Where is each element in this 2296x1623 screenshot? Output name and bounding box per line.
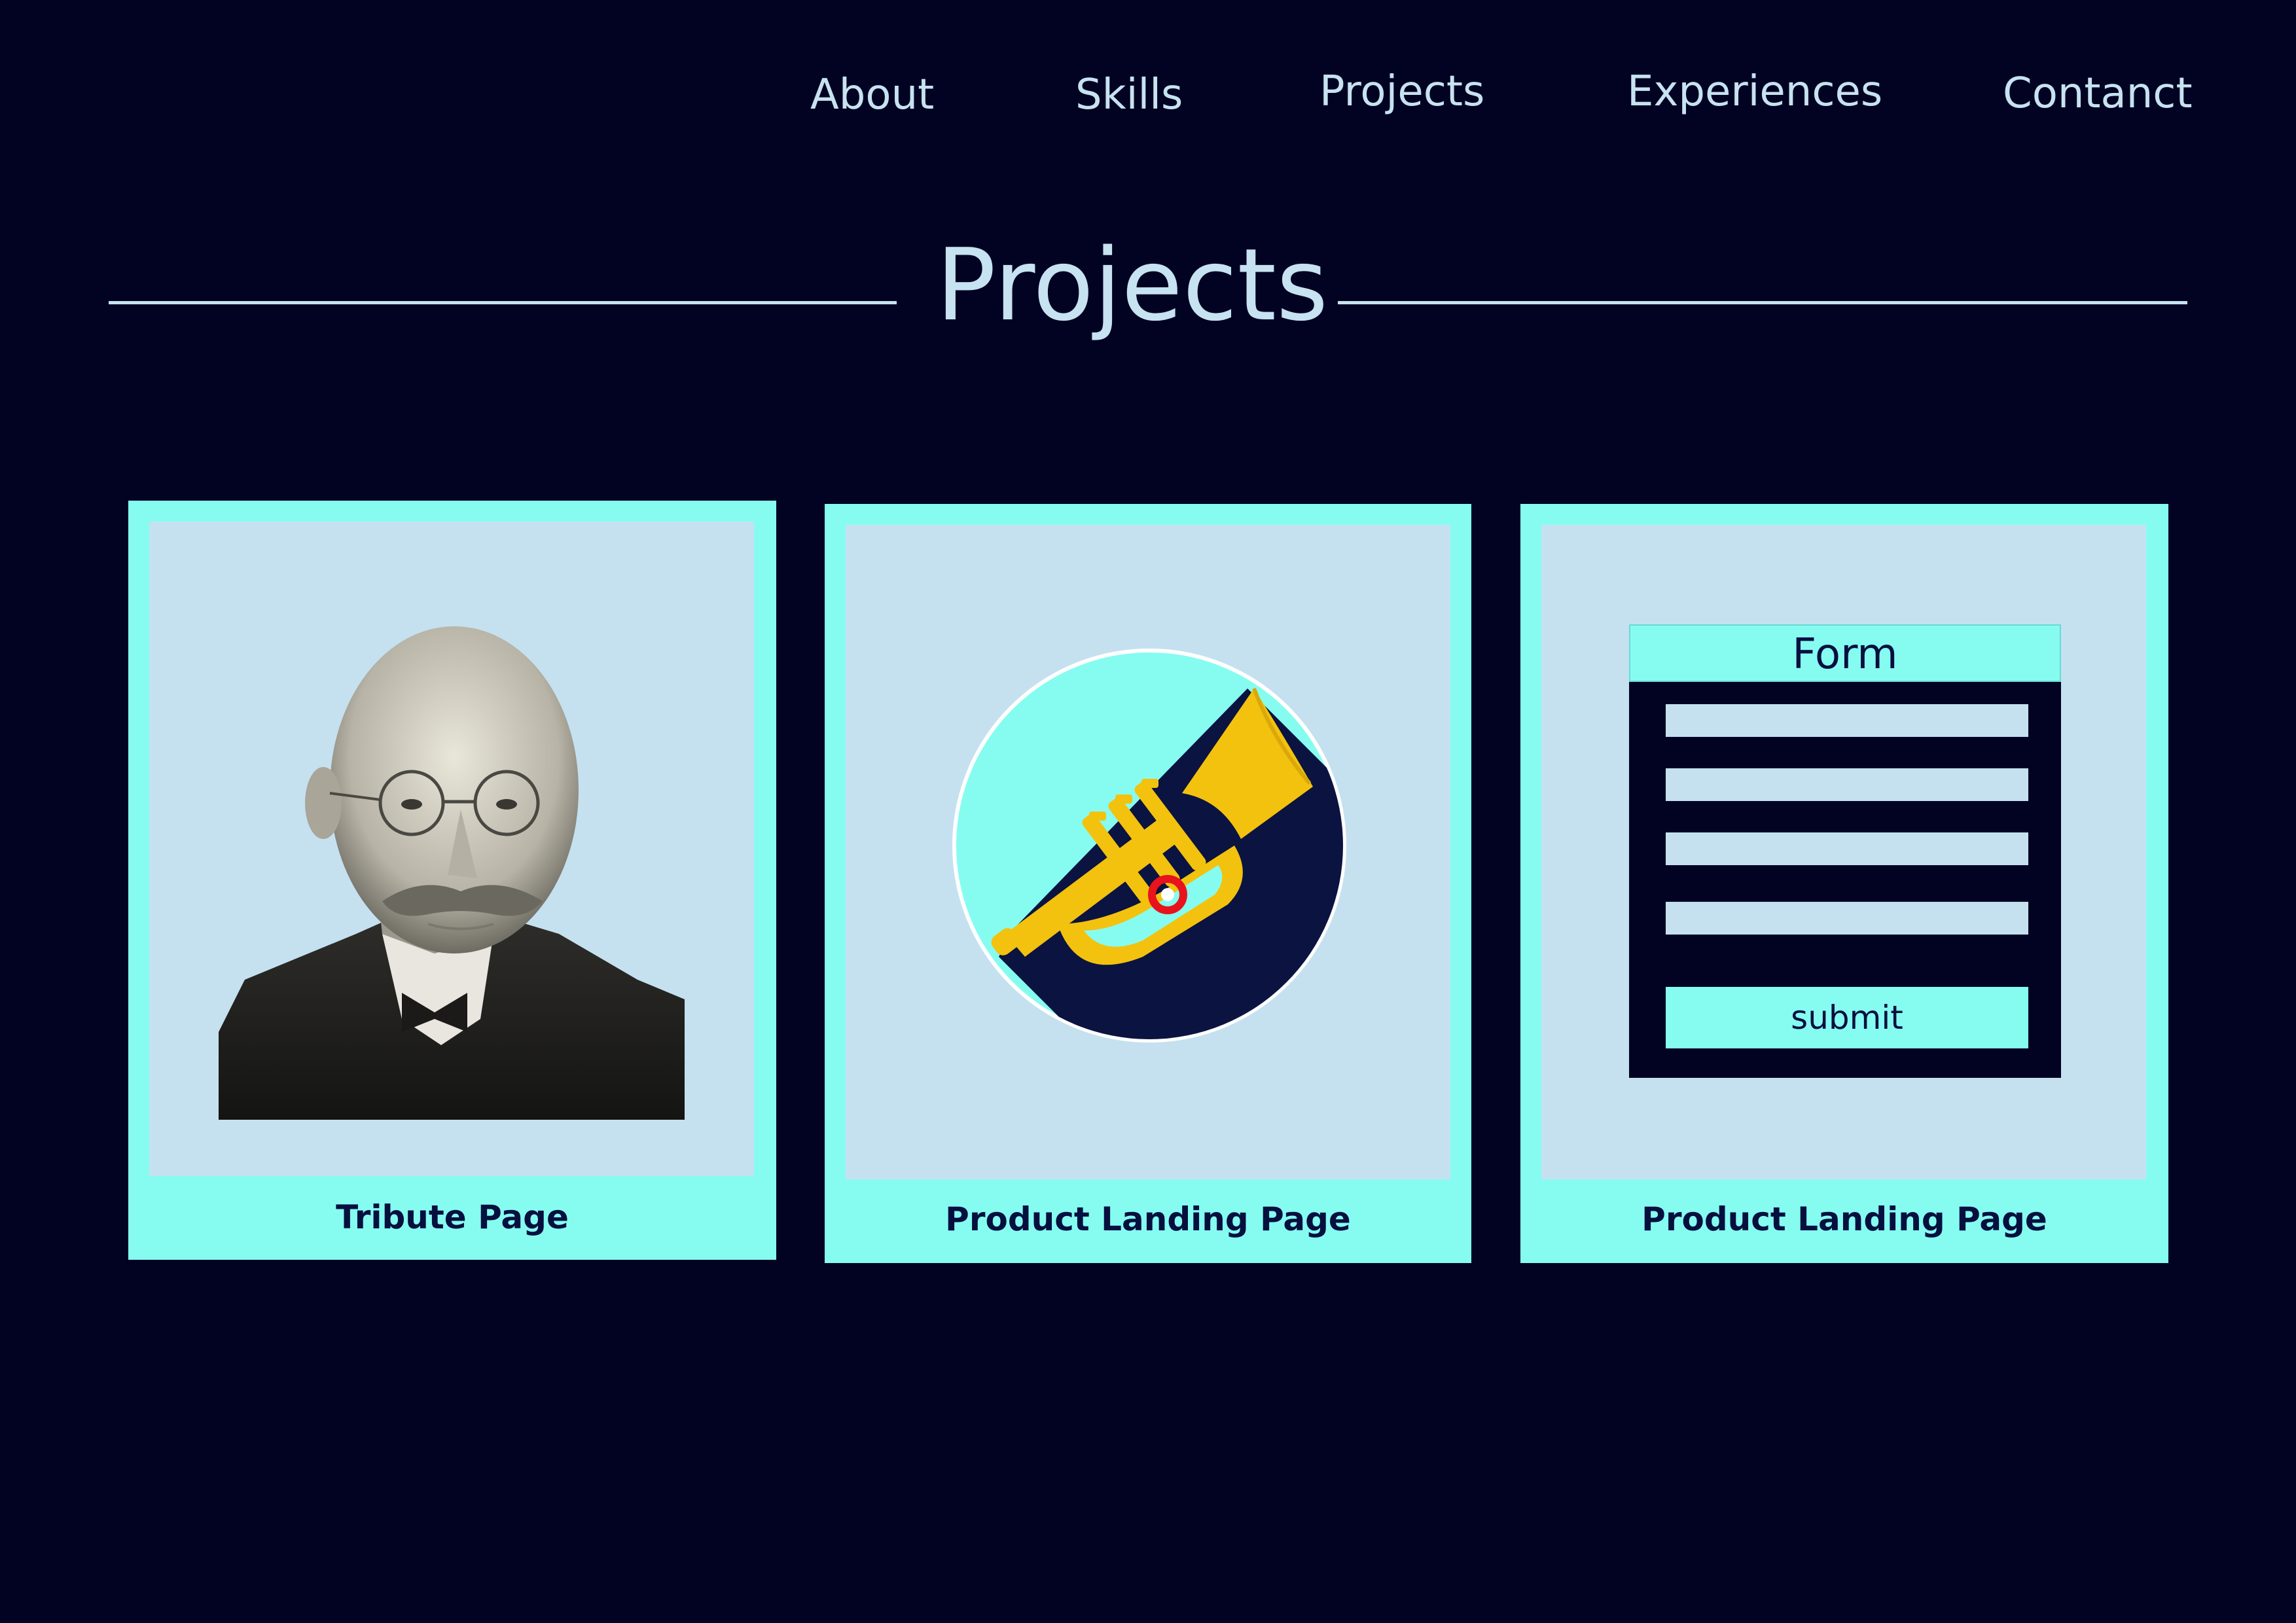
project-card-tribute[interactable]: Tribute Page	[128, 501, 776, 1260]
heading-rule-right	[1338, 301, 2187, 304]
form-mock-field	[1666, 704, 2028, 737]
heading-rule-left	[109, 301, 897, 304]
project-card-product-landing[interactable]: Product Landing Page	[825, 504, 1471, 1263]
form-mock-field	[1666, 768, 2028, 801]
portrait-photo	[219, 626, 685, 1120]
project-caption: Product Landing Page	[945, 1200, 1351, 1238]
project-caption: Tribute Page	[336, 1198, 569, 1236]
form-mock-title: Form	[1629, 624, 2061, 682]
form-mock-field	[1666, 902, 2028, 935]
section-title: Projects	[936, 227, 1329, 343]
project-card-form[interactable]: Form submit Product Landing Page	[1520, 504, 2168, 1263]
form-mock-submit-button: submit	[1666, 987, 2028, 1048]
project-thumbnail	[846, 525, 1450, 1179]
project-caption: Product Landing Page	[1641, 1200, 2047, 1238]
form-mock-field	[1666, 832, 2028, 865]
project-thumbnail: Form submit	[1541, 525, 2146, 1179]
nav-experiences-link[interactable]: Experiences	[1627, 71, 1882, 113]
nav-contact-link[interactable]: Contanct	[2003, 73, 2193, 115]
nav-skills-link[interactable]: Skills	[1075, 74, 1183, 116]
trumpet-icon	[952, 649, 1346, 1043]
form-mock: Form submit	[1629, 624, 2061, 1078]
nav-projects-link[interactable]: Projects	[1319, 71, 1484, 113]
project-thumbnail	[149, 522, 754, 1176]
nav-about-link[interactable]: About	[810, 74, 934, 116]
